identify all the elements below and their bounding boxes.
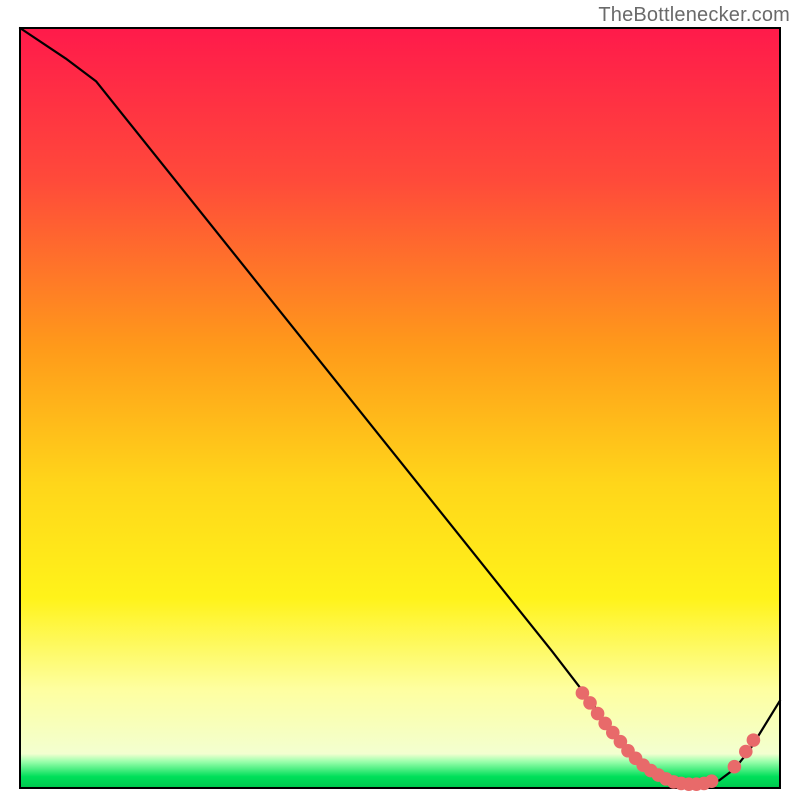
marker-dot — [705, 774, 719, 788]
marker-dot — [739, 745, 753, 759]
bottleneck-chart — [0, 0, 800, 800]
marker-dot — [728, 760, 742, 774]
gradient-background — [20, 28, 780, 788]
chart-container: TheBottlenecker.com — [0, 0, 800, 800]
attribution-label: TheBottlenecker.com — [598, 4, 790, 27]
plot-area — [20, 28, 780, 791]
marker-dot — [747, 733, 761, 747]
